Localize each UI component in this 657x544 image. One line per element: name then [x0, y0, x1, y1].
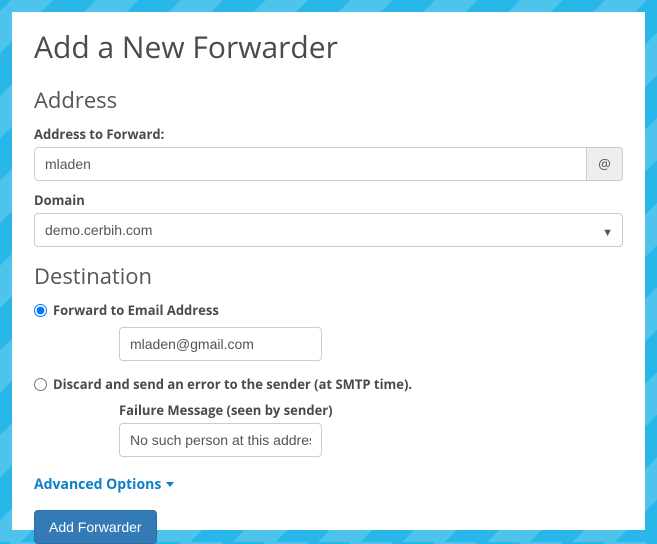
destination-heading: Destination: [34, 261, 623, 291]
failure-message-block: Failure Message (seen by sender): [34, 401, 623, 457]
forward-email-input[interactable]: [119, 327, 322, 361]
forward-email-block: [34, 327, 623, 361]
discard-option-row: Discard and send an error to the sender …: [34, 375, 623, 393]
discard-option-label: Discard and send an error to the sender …: [53, 375, 412, 393]
domain-select-wrap: demo.cerbih.com ▼: [34, 213, 623, 247]
address-heading: Address: [34, 85, 623, 115]
forward-option-row: Forward to Email Address: [34, 301, 623, 319]
add-forwarder-button[interactable]: Add Forwarder: [34, 510, 157, 544]
forwarder-form: Add a New Forwarder Address Address to F…: [12, 12, 645, 530]
address-input-group: @: [34, 147, 623, 181]
address-to-forward-label: Address to Forward:: [34, 125, 623, 143]
caret-down-icon: [166, 482, 174, 487]
at-icon: @: [598, 155, 611, 174]
failure-message-label: Failure Message (seen by sender): [119, 401, 623, 419]
failure-message-input[interactable]: [119, 423, 322, 457]
page-title: Add a New Forwarder: [34, 26, 623, 67]
forward-option-label: Forward to Email Address: [53, 301, 219, 319]
domain-select[interactable]: demo.cerbih.com: [34, 213, 623, 247]
advanced-options-toggle[interactable]: Advanced Options: [34, 475, 174, 494]
at-symbol-addon: @: [587, 147, 623, 181]
discard-radio[interactable]: [34, 378, 47, 391]
domain-label: Domain: [34, 191, 623, 209]
advanced-options-label: Advanced Options: [34, 475, 161, 494]
address-input[interactable]: [34, 147, 587, 181]
forward-radio[interactable]: [34, 304, 47, 317]
